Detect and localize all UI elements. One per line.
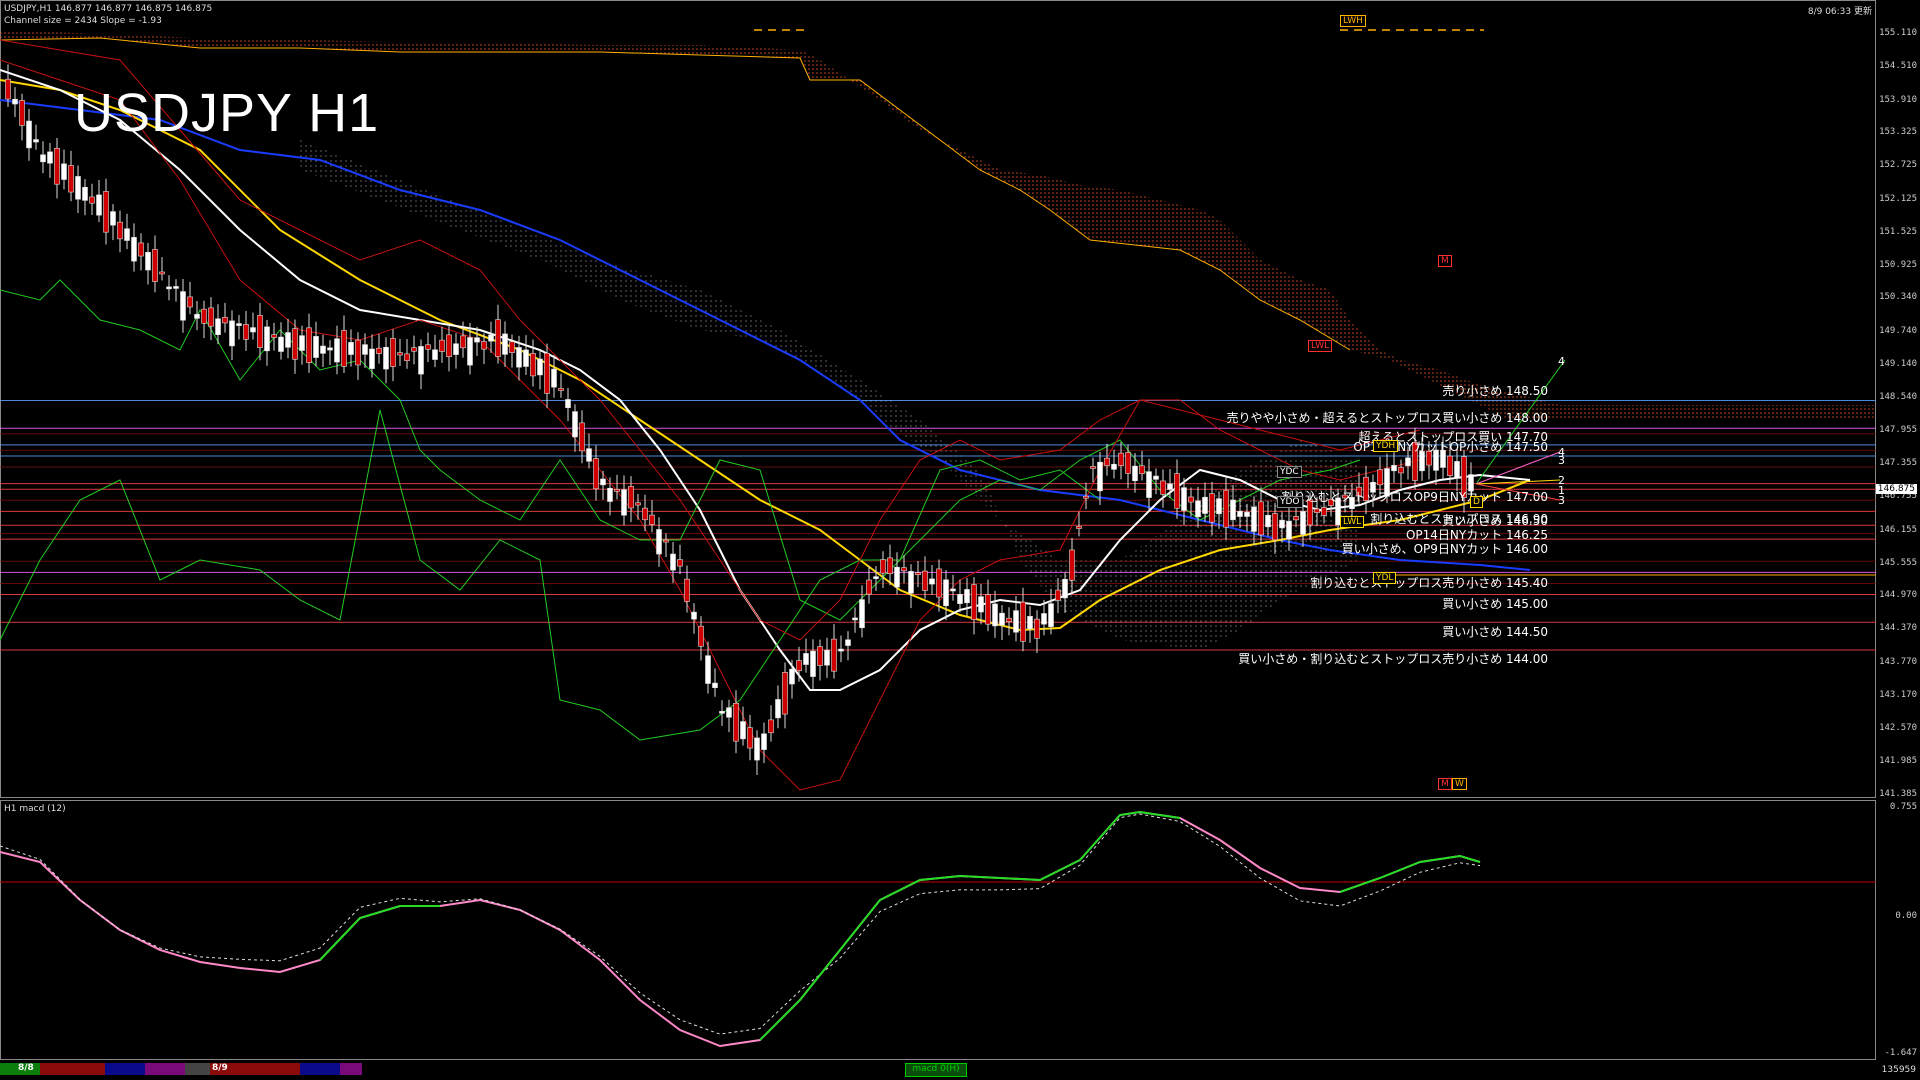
price-tick-label: 150.340 xyxy=(1879,292,1917,303)
timebar-date-2: 8/9 xyxy=(212,1063,228,1073)
price-tick-label: 148.540 xyxy=(1879,392,1917,403)
macd-axis-bottom: -1.647 xyxy=(1884,1048,1917,1058)
price-tick-label: 143.770 xyxy=(1879,656,1917,667)
price-tick-label: 147.355 xyxy=(1879,457,1917,468)
timebar-seg xyxy=(185,1063,210,1075)
price-tick-label: 153.910 xyxy=(1879,94,1917,105)
macd-line xyxy=(0,810,1481,1048)
price-tick-label: 155.110 xyxy=(1879,28,1917,38)
timebar-seg xyxy=(145,1063,185,1075)
price-tick-label: 153.325 xyxy=(1879,126,1917,137)
price-tick-label: 144.370 xyxy=(1879,623,1917,634)
price-tick-label: 146.155 xyxy=(1879,524,1917,535)
timebar-seg xyxy=(340,1063,362,1075)
macd-rising-segment xyxy=(319,905,440,961)
price-tick-label: 147.955 xyxy=(1879,424,1917,435)
macd-title: H1 macd (12) xyxy=(4,804,66,814)
timebar-date-1: 8/8 xyxy=(18,1063,34,1073)
timebar-seg xyxy=(105,1063,145,1075)
macd-signal-line xyxy=(0,813,1481,1035)
price-tick-label: 149.140 xyxy=(1879,359,1917,369)
current-price-label: 146.875 xyxy=(1875,484,1917,494)
macd-rising-segment xyxy=(759,810,1181,1041)
price-tick-label: 142.570 xyxy=(1879,723,1917,734)
price-tick-label: 149.740 xyxy=(1879,325,1917,336)
price-tick-label: 145.555 xyxy=(1879,557,1917,568)
price-tick-label: 154.510 xyxy=(1879,61,1917,72)
macd-axis-zero: 0.00 xyxy=(1895,911,1917,921)
macd-canvas[interactable] xyxy=(0,0,1876,1062)
timebar-seg xyxy=(300,1063,340,1075)
price-tick-label: 143.170 xyxy=(1879,690,1917,701)
timebar-seg xyxy=(40,1063,105,1075)
price-tick-label: 152.725 xyxy=(1879,160,1917,171)
timebar-counter: 135959 xyxy=(1881,1065,1916,1075)
macd-axis-top: 0.755 xyxy=(1889,802,1917,812)
price-tick-label: 144.970 xyxy=(1879,590,1917,601)
price-tick-label: 151.525 xyxy=(1879,226,1917,237)
macd-rising-segment xyxy=(1339,854,1481,893)
price-tick-label: 141.985 xyxy=(1879,755,1917,766)
price-tick-label: 141.385 xyxy=(1879,789,1917,799)
macd-indicator-tab[interactable]: macd 0(H) xyxy=(905,1063,967,1077)
time-bar: 8/8 8/9 macd 0(H) 135959 xyxy=(0,1061,1920,1080)
price-tick-label: 152.125 xyxy=(1879,193,1917,204)
price-tick-label: 150.925 xyxy=(1879,260,1917,271)
